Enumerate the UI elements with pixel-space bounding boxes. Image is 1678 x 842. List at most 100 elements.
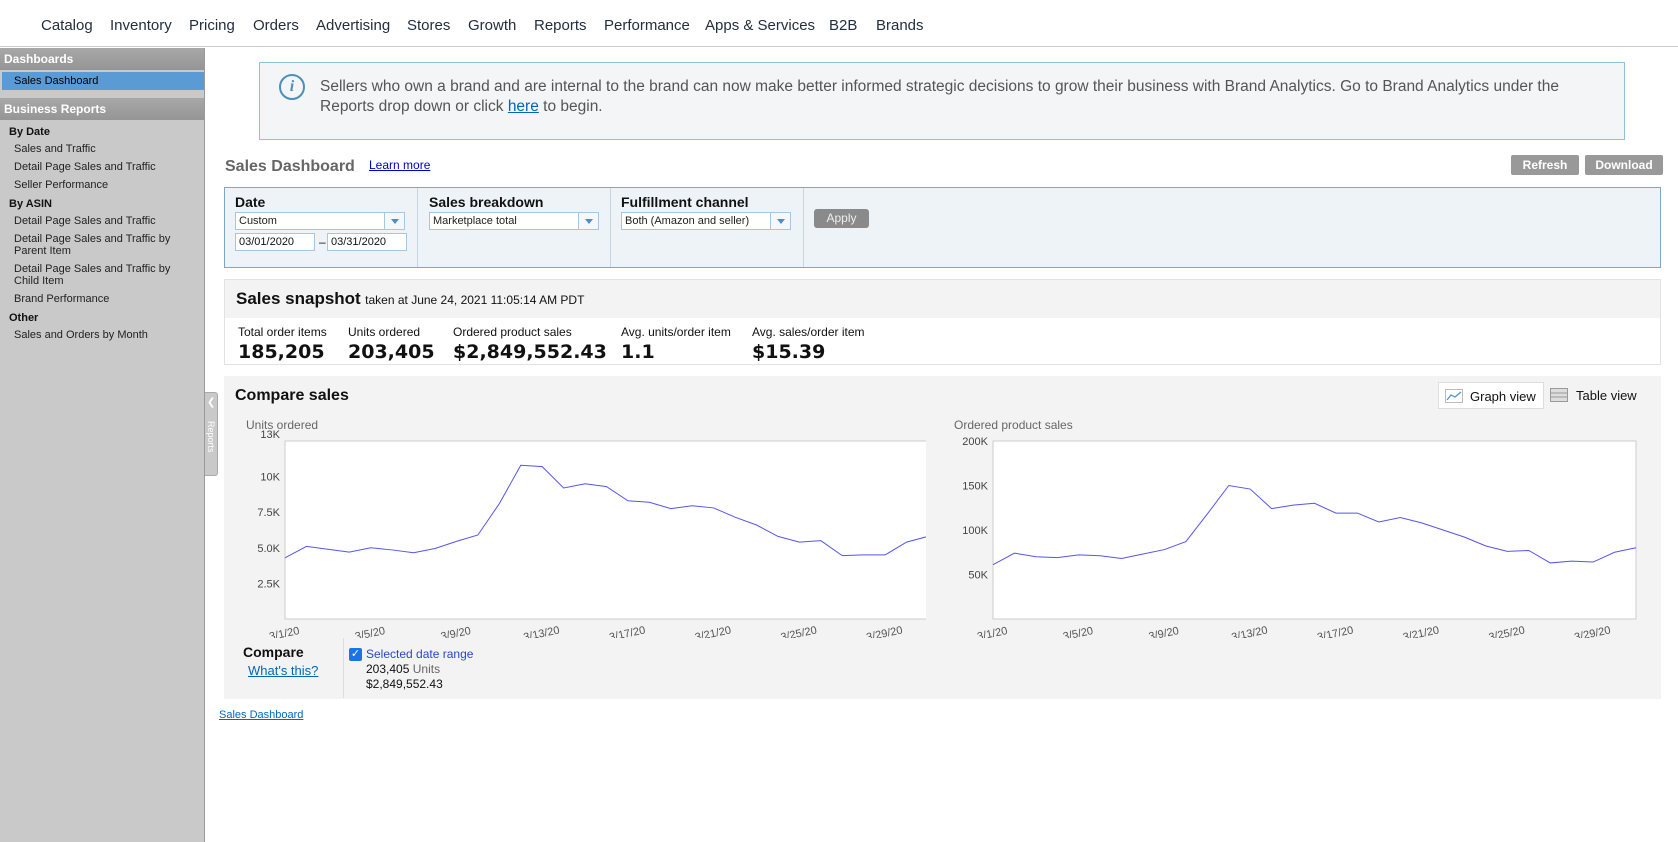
data-point[interactable] [476, 533, 479, 536]
data-point[interactable] [884, 553, 887, 556]
sidebar-item-detail-page-sales-and-traffic[interactable]: Detail Page Sales and Traffic [0, 158, 204, 176]
data-point[interactable] [1592, 561, 1595, 564]
data-point[interactable] [648, 501, 651, 504]
data-point[interactable] [691, 504, 694, 507]
data-point[interactable] [1163, 548, 1166, 551]
data-point[interactable] [326, 548, 329, 551]
data-point[interactable] [1463, 536, 1466, 539]
data-point[interactable] [562, 486, 565, 489]
sidebar-item-detail-page-sales-and-traffic-by-parent-item[interactable]: Detail Page Sales and Traffic by Parent … [0, 230, 204, 260]
data-point[interactable] [498, 502, 501, 505]
footer-sales-dashboard-link[interactable]: Sales Dashboard [219, 709, 303, 721]
data-point[interactable] [992, 563, 995, 566]
date-from-input[interactable]: 03/01/2020 [235, 233, 315, 251]
data-point[interactable] [541, 465, 544, 468]
sidebar-item-sales-and-orders-by-month[interactable]: Sales and Orders by Month [0, 326, 204, 344]
graph-view-button[interactable]: Graph view [1438, 382, 1544, 409]
y-tick-label: 200K [962, 436, 988, 448]
data-point[interactable] [1227, 484, 1230, 487]
data-point[interactable] [1142, 553, 1145, 556]
sales-breakdown-select[interactable]: Marketplace total [429, 212, 599, 230]
nav-item-b2b[interactable]: B2B [829, 17, 857, 34]
date-select[interactable]: Custom [235, 212, 405, 230]
reports-collapse-tab[interactable]: ❮ Reports [205, 392, 218, 476]
data-point[interactable] [819, 539, 822, 542]
data-point[interactable] [905, 541, 908, 544]
data-point[interactable] [1484, 545, 1487, 548]
data-point[interactable] [1249, 488, 1252, 491]
sidebar-item-detail-page-sales-and-traffic-by-child-item[interactable]: Detail Page Sales and Traffic by Child I… [0, 260, 204, 290]
nav-item-growth[interactable]: Growth [468, 17, 516, 34]
nav-item-catalog[interactable]: Catalog [41, 17, 93, 34]
nav-item-brands[interactable]: Brands [876, 17, 924, 34]
sidebar-item-detail-page-sales-and-traffic[interactable]: Detail Page Sales and Traffic [0, 212, 204, 230]
data-point[interactable] [1099, 554, 1102, 557]
nav-item-apps-services[interactable]: Apps & Services [705, 17, 815, 34]
sidebar-item-brand-performance[interactable]: Brand Performance [0, 290, 204, 308]
nav-item-stores[interactable]: Stores [407, 17, 450, 34]
data-point[interactable] [755, 524, 758, 527]
data-point[interactable] [1013, 552, 1016, 555]
data-point[interactable] [1056, 556, 1059, 559]
data-point[interactable] [391, 548, 394, 551]
banner-here-link[interactable]: here [508, 98, 539, 115]
data-point[interactable] [1635, 546, 1638, 549]
snapshot-title: Sales snapshot [236, 289, 361, 308]
data-point[interactable] [1077, 553, 1080, 556]
data-point[interactable] [305, 545, 308, 548]
data-point[interactable] [1549, 561, 1552, 564]
data-point[interactable] [519, 464, 522, 467]
selected-range-checkbox[interactable]: ✓ [349, 648, 362, 661]
data-point[interactable] [712, 506, 715, 509]
sidebar-item-sales-and-traffic[interactable]: Sales and Traffic [0, 140, 204, 158]
apply-button[interactable]: Apply [814, 209, 869, 228]
nav-item-advertising[interactable]: Advertising [316, 17, 390, 34]
data-point[interactable] [369, 546, 372, 549]
data-point[interactable] [1506, 550, 1509, 553]
data-point[interactable] [1527, 549, 1530, 552]
data-point[interactable] [798, 541, 801, 544]
data-point[interactable] [776, 535, 779, 538]
data-point[interactable] [1442, 529, 1445, 532]
data-point[interactable] [1420, 521, 1423, 524]
data-point[interactable] [455, 540, 458, 543]
nav-item-performance[interactable]: Performance [604, 17, 690, 34]
fulfillment-channel-select[interactable]: Both (Amazon and seller) [621, 212, 791, 230]
data-point[interactable] [584, 482, 587, 485]
data-point[interactable] [1356, 512, 1359, 515]
data-point[interactable] [1184, 540, 1187, 543]
data-point[interactable] [1313, 502, 1316, 505]
nav-item-orders[interactable]: Orders [253, 17, 299, 34]
data-point[interactable] [734, 516, 737, 519]
nav-item-inventory[interactable]: Inventory [110, 17, 172, 34]
data-point[interactable] [284, 556, 287, 559]
nav-item-pricing[interactable]: Pricing [189, 17, 235, 34]
data-point[interactable] [1206, 512, 1209, 515]
table-view-button[interactable]: Table view [1544, 382, 1648, 409]
data-point[interactable] [1399, 516, 1402, 519]
data-point[interactable] [412, 551, 415, 554]
data-point[interactable] [1120, 557, 1123, 560]
data-point[interactable] [1613, 551, 1616, 554]
sidebar-item-sales-dashboard[interactable]: Sales Dashboard [2, 72, 204, 90]
whats-this-link[interactable]: What's this? [248, 663, 318, 678]
learn-more-link[interactable]: Learn more [369, 158, 430, 172]
data-point[interactable] [434, 547, 437, 550]
data-point[interactable] [1570, 560, 1573, 563]
sidebar-item-seller-performance[interactable]: Seller Performance [0, 176, 204, 194]
data-point[interactable] [626, 499, 629, 502]
data-point[interactable] [1377, 520, 1380, 523]
data-point[interactable] [1334, 512, 1337, 515]
download-button[interactable]: Download [1585, 155, 1663, 175]
data-point[interactable] [605, 485, 608, 488]
data-point[interactable] [1034, 555, 1037, 558]
data-point[interactable] [1270, 507, 1273, 510]
data-point[interactable] [669, 507, 672, 510]
data-point[interactable] [841, 554, 844, 557]
date-to-input[interactable]: 03/31/2020 [327, 233, 407, 251]
data-point[interactable] [862, 553, 865, 556]
data-point[interactable] [1292, 504, 1295, 507]
data-point[interactable] [348, 551, 351, 554]
refresh-button[interactable]: Refresh [1511, 155, 1579, 175]
nav-item-reports[interactable]: Reports [534, 17, 587, 34]
